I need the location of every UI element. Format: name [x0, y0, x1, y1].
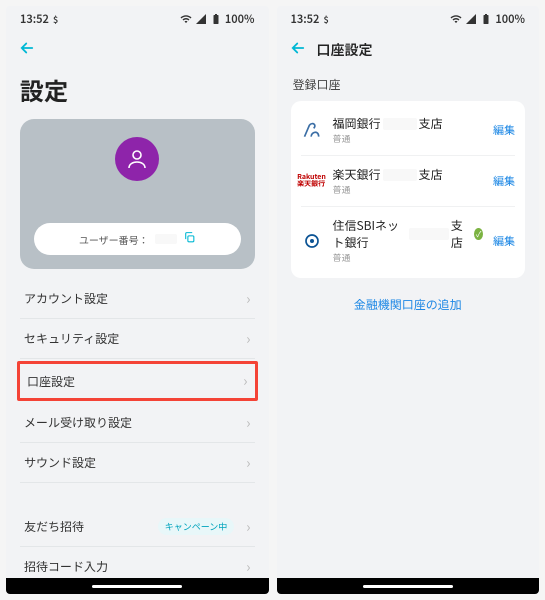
bank-icon-rakuten: Rakuten楽天銀行: [301, 170, 323, 192]
phone-left: 13:52 $ 100% 設定 ユーザー番号：: [6, 6, 269, 594]
item-label: サウンド設定: [24, 454, 96, 471]
status-small-icon: $: [323, 13, 328, 26]
status-time: 13:52: [20, 11, 49, 27]
settings-item-bank-account[interactable]: 口座設定 ›: [17, 361, 258, 401]
wifi-icon: [450, 13, 462, 25]
signal-icon: [195, 13, 207, 25]
user-id-value-obscured: [155, 234, 177, 244]
settings-item-account[interactable]: アカウント設定 ›: [20, 279, 255, 319]
chevron-right-icon: ›: [246, 329, 250, 349]
app-bar-title: 口座設定: [317, 40, 373, 60]
bank-icon-fukuoka: [301, 119, 323, 141]
account-type: 普通: [333, 132, 484, 145]
settings-item-invite[interactable]: 友だち招待 キャンペーン中 ›: [20, 507, 255, 547]
bank-prefix: 楽天銀行: [333, 166, 381, 183]
bank-prefix: 住信SBIネット銀行: [333, 217, 408, 251]
settings-item-sound[interactable]: サウンド設定 ›: [20, 443, 255, 483]
edit-button[interactable]: 編集: [493, 122, 515, 138]
settings-item-invite-code[interactable]: 招待コード入力 ›: [20, 547, 255, 578]
campaign-badge: キャンペーン中: [158, 518, 235, 535]
back-button[interactable]: [18, 38, 36, 62]
content-area: 設定 ユーザー番号： アカウント設定 › セキュリティ設定 ›: [6, 68, 269, 578]
battery-pct: 100%: [495, 11, 525, 27]
account-type: 普通: [333, 183, 484, 196]
obscured-branch: [383, 118, 417, 130]
chevron-right-icon: ›: [246, 453, 250, 473]
status-bar: 13:52 $ 100%: [277, 6, 540, 32]
item-label: 口座設定: [27, 373, 75, 390]
settings-item-security[interactable]: セキュリティ設定 ›: [20, 319, 255, 359]
user-id-label: ユーザー番号：: [79, 232, 149, 247]
settings-list-2: 友だち招待 キャンペーン中 › 招待コード入力 › ギフトコード入力 › 各種I…: [20, 507, 255, 578]
battery-pct: 100%: [225, 11, 255, 27]
obscured-branch: [409, 228, 448, 240]
bank-icon-sbi: [301, 230, 323, 252]
account-info: 楽天銀行 支店 普通: [333, 166, 484, 196]
item-label: セキュリティ設定: [24, 330, 119, 347]
content-area: 登録口座 福岡銀行 支店 普通 編集 Rakuten楽天銀行: [277, 68, 540, 578]
wifi-icon: [180, 13, 192, 25]
account-info: 住信SBIネット銀行 支店 ✓ 普通: [333, 217, 484, 264]
edit-button[interactable]: 編集: [493, 233, 515, 249]
android-nav-bar: [6, 578, 269, 594]
account-type: 普通: [333, 251, 484, 264]
section-label: 登録口座: [293, 76, 526, 93]
phone-right: 13:52 $ 100% 口座設定 登録口座 福岡銀行: [277, 6, 540, 594]
android-nav-bar: [277, 578, 540, 594]
chevron-right-icon: ›: [246, 517, 250, 537]
battery-icon: [210, 13, 222, 25]
app-bar: 口座設定: [277, 32, 540, 68]
signal-icon: [465, 13, 477, 25]
settings-list-1: アカウント設定 › セキュリティ設定 › 口座設定 › メール受け取り設定 › …: [20, 279, 255, 483]
verified-icon: ✓: [474, 228, 483, 240]
chevron-right-icon: ›: [246, 413, 250, 433]
avatar[interactable]: [115, 137, 159, 181]
obscured-branch: [383, 169, 417, 181]
status-small-icon: $: [53, 13, 58, 26]
profile-card: ユーザー番号：: [20, 119, 255, 269]
account-row-rakuten[interactable]: Rakuten楽天銀行 楽天銀行 支店 普通 編集: [301, 156, 516, 207]
account-info: 福岡銀行 支店 普通: [333, 115, 484, 145]
battery-icon: [480, 13, 492, 25]
copy-icon[interactable]: [183, 231, 196, 247]
item-label: 友だち招待: [24, 518, 84, 535]
chevron-right-icon: ›: [243, 371, 247, 391]
chevron-right-icon: ›: [246, 557, 250, 577]
status-bar: 13:52 $ 100%: [6, 6, 269, 32]
chevron-right-icon: ›: [246, 289, 250, 309]
bank-prefix: 福岡銀行: [333, 115, 381, 132]
user-id-row[interactable]: ユーザー番号：: [34, 223, 241, 255]
nav-handle[interactable]: [92, 585, 182, 588]
item-label: 招待コード入力: [24, 558, 108, 575]
account-row-sbi[interactable]: 住信SBIネット銀行 支店 ✓ 普通 編集: [301, 207, 516, 274]
bank-suffix: 支店: [451, 217, 469, 251]
bank-suffix: 支店: [419, 166, 443, 183]
back-button[interactable]: [289, 38, 307, 62]
item-label: メール受け取り設定: [24, 414, 132, 431]
page-title: 設定: [20, 72, 255, 107]
nav-handle[interactable]: [363, 585, 453, 588]
accounts-card: 福岡銀行 支店 普通 編集 Rakuten楽天銀行 楽天銀行 支店 普通: [291, 101, 526, 278]
item-label: アカウント設定: [24, 290, 108, 307]
app-bar: [6, 32, 269, 68]
account-row-fukuoka[interactable]: 福岡銀行 支店 普通 編集: [301, 105, 516, 156]
add-account-link[interactable]: 金融機関口座の追加: [291, 296, 526, 313]
status-time: 13:52: [291, 11, 320, 27]
bank-suffix: 支店: [419, 115, 443, 132]
settings-item-mail[interactable]: メール受け取り設定 ›: [20, 403, 255, 443]
edit-button[interactable]: 編集: [493, 173, 515, 189]
